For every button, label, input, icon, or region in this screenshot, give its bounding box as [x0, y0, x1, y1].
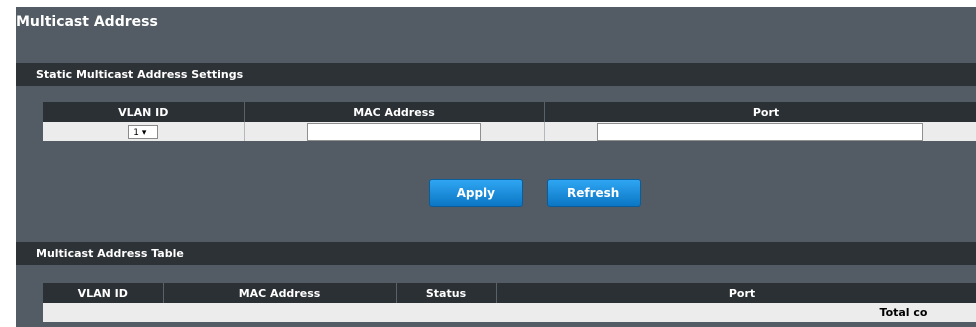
column-header-mac-address: MAC Address: [163, 283, 397, 303]
total-count-label: Total co: [43, 303, 976, 322]
column-header-port: Port: [496, 283, 976, 303]
total-count-row: Total co: [43, 303, 976, 322]
static-settings-table: VLAN ID MAC Address Port 1 ▾: [43, 102, 976, 141]
vlan-id-select[interactable]: 1 ▾: [128, 124, 159, 139]
column-header-vlan-id: VLAN ID: [43, 283, 164, 303]
multicast-address-table: VLAN ID MAC Address Status Port Total co: [43, 283, 976, 322]
page-panel: Multicast Address Static Multicast Addre…: [16, 7, 976, 327]
column-header-status: Status: [396, 283, 497, 303]
port-cell: [544, 122, 976, 141]
column-header-mac-address: MAC Address: [244, 102, 545, 122]
vlan-id-cell: 1 ▾: [43, 122, 245, 141]
apply-button[interactable]: Apply: [429, 179, 523, 207]
static-settings-input-row: 1 ▾: [43, 122, 976, 141]
refresh-button[interactable]: Refresh: [547, 179, 641, 207]
address-table-header: Multicast Address Table: [16, 242, 976, 265]
page-title: Multicast Address: [16, 14, 158, 30]
mac-address-cell: [244, 122, 545, 141]
port-input[interactable]: [597, 122, 923, 141]
mac-address-input[interactable]: [307, 122, 481, 141]
static-settings-header: Static Multicast Address Settings: [16, 63, 976, 86]
static-settings-header-row: VLAN ID MAC Address Port: [43, 102, 976, 122]
address-table-header-row: VLAN ID MAC Address Status Port: [43, 283, 976, 303]
column-header-vlan-id: VLAN ID: [43, 102, 245, 122]
column-header-port: Port: [544, 102, 976, 122]
